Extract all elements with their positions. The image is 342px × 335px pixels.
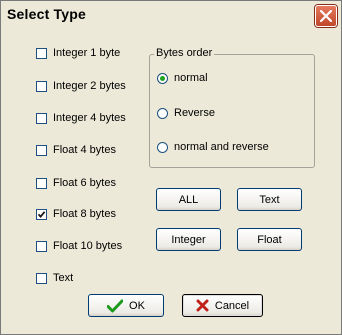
checkbox-box[interactable] [36, 177, 47, 189]
checkbox-box[interactable] [36, 144, 47, 156]
checkbox-box[interactable] [36, 80, 47, 92]
radio-label: normal [174, 72, 208, 84]
checkbox-float-4-bytes[interactable]: Float 4 bytes [36, 142, 116, 158]
radio-normal-and-reverse[interactable]: normal and reverse [157, 139, 269, 155]
checkbox-box[interactable] [36, 272, 47, 284]
radio-circle[interactable] [157, 107, 168, 119]
radio-circle[interactable] [157, 141, 168, 153]
checkbox-label: Float 10 bytes [53, 240, 123, 252]
checkbox-float-10-bytes[interactable]: Float 10 bytes [36, 238, 122, 254]
radio-normal[interactable]: normal [157, 70, 208, 86]
checkbox-integer-4-bytes[interactable]: Integer 4 bytes [36, 110, 126, 126]
radio-reverse[interactable]: Reverse [157, 105, 215, 121]
checkbox-label: Integer 2 bytes [53, 80, 126, 92]
check-icon [107, 299, 124, 312]
close-button[interactable] [315, 5, 337, 27]
cancel-label: Cancel [214, 299, 250, 312]
checkbox-integer-2-bytes[interactable]: Integer 2 bytes [36, 78, 126, 94]
checkbox-box[interactable] [36, 47, 47, 59]
close-icon [320, 10, 332, 22]
text-button[interactable]: Text [237, 188, 302, 211]
integer-button[interactable]: Integer [156, 228, 221, 251]
float-button[interactable]: Float [237, 228, 302, 251]
checkbox-label: Float 8 bytes [53, 208, 116, 220]
checkbox-float-8-bytes[interactable]: Float 8 bytes [36, 206, 116, 222]
checkbox-label: Float 4 bytes [53, 144, 116, 156]
title-bar: Select Type [1, 1, 341, 30]
checkbox-box[interactable] [36, 112, 47, 124]
checkbox-label: Integer 4 bytes [53, 112, 126, 124]
checkbox-float-6-bytes[interactable]: Float 6 bytes [36, 175, 116, 191]
radio-circle[interactable] [157, 72, 168, 84]
checkbox-integer-1-byte[interactable]: Integer 1 byte [36, 45, 120, 61]
cancel-button[interactable]: Cancel [182, 294, 263, 317]
ok-button[interactable]: OK [88, 294, 164, 317]
check-mark-icon [37, 210, 46, 218]
checkbox-text[interactable]: Text [36, 270, 73, 286]
bytes-order-label: Bytes order [154, 47, 215, 59]
checkbox-box[interactable] [36, 240, 47, 252]
checkbox-label: Float 6 bytes [53, 177, 116, 189]
radio-label: Reverse [174, 107, 215, 119]
ok-label: OK [129, 299, 145, 312]
checkbox-label: Text [53, 272, 74, 284]
select-type-dialog: Select Type Integer 1 byte Integer 2 byt… [0, 0, 342, 335]
x-icon [196, 299, 209, 312]
radio-selected-dot [160, 75, 165, 81]
all-button[interactable]: ALL [156, 188, 221, 211]
dialog-title: Select Type [7, 6, 86, 22]
checkbox-label: Integer 1 byte [53, 47, 121, 59]
radio-label: normal and reverse [174, 141, 269, 153]
checkbox-box[interactable] [36, 208, 47, 220]
